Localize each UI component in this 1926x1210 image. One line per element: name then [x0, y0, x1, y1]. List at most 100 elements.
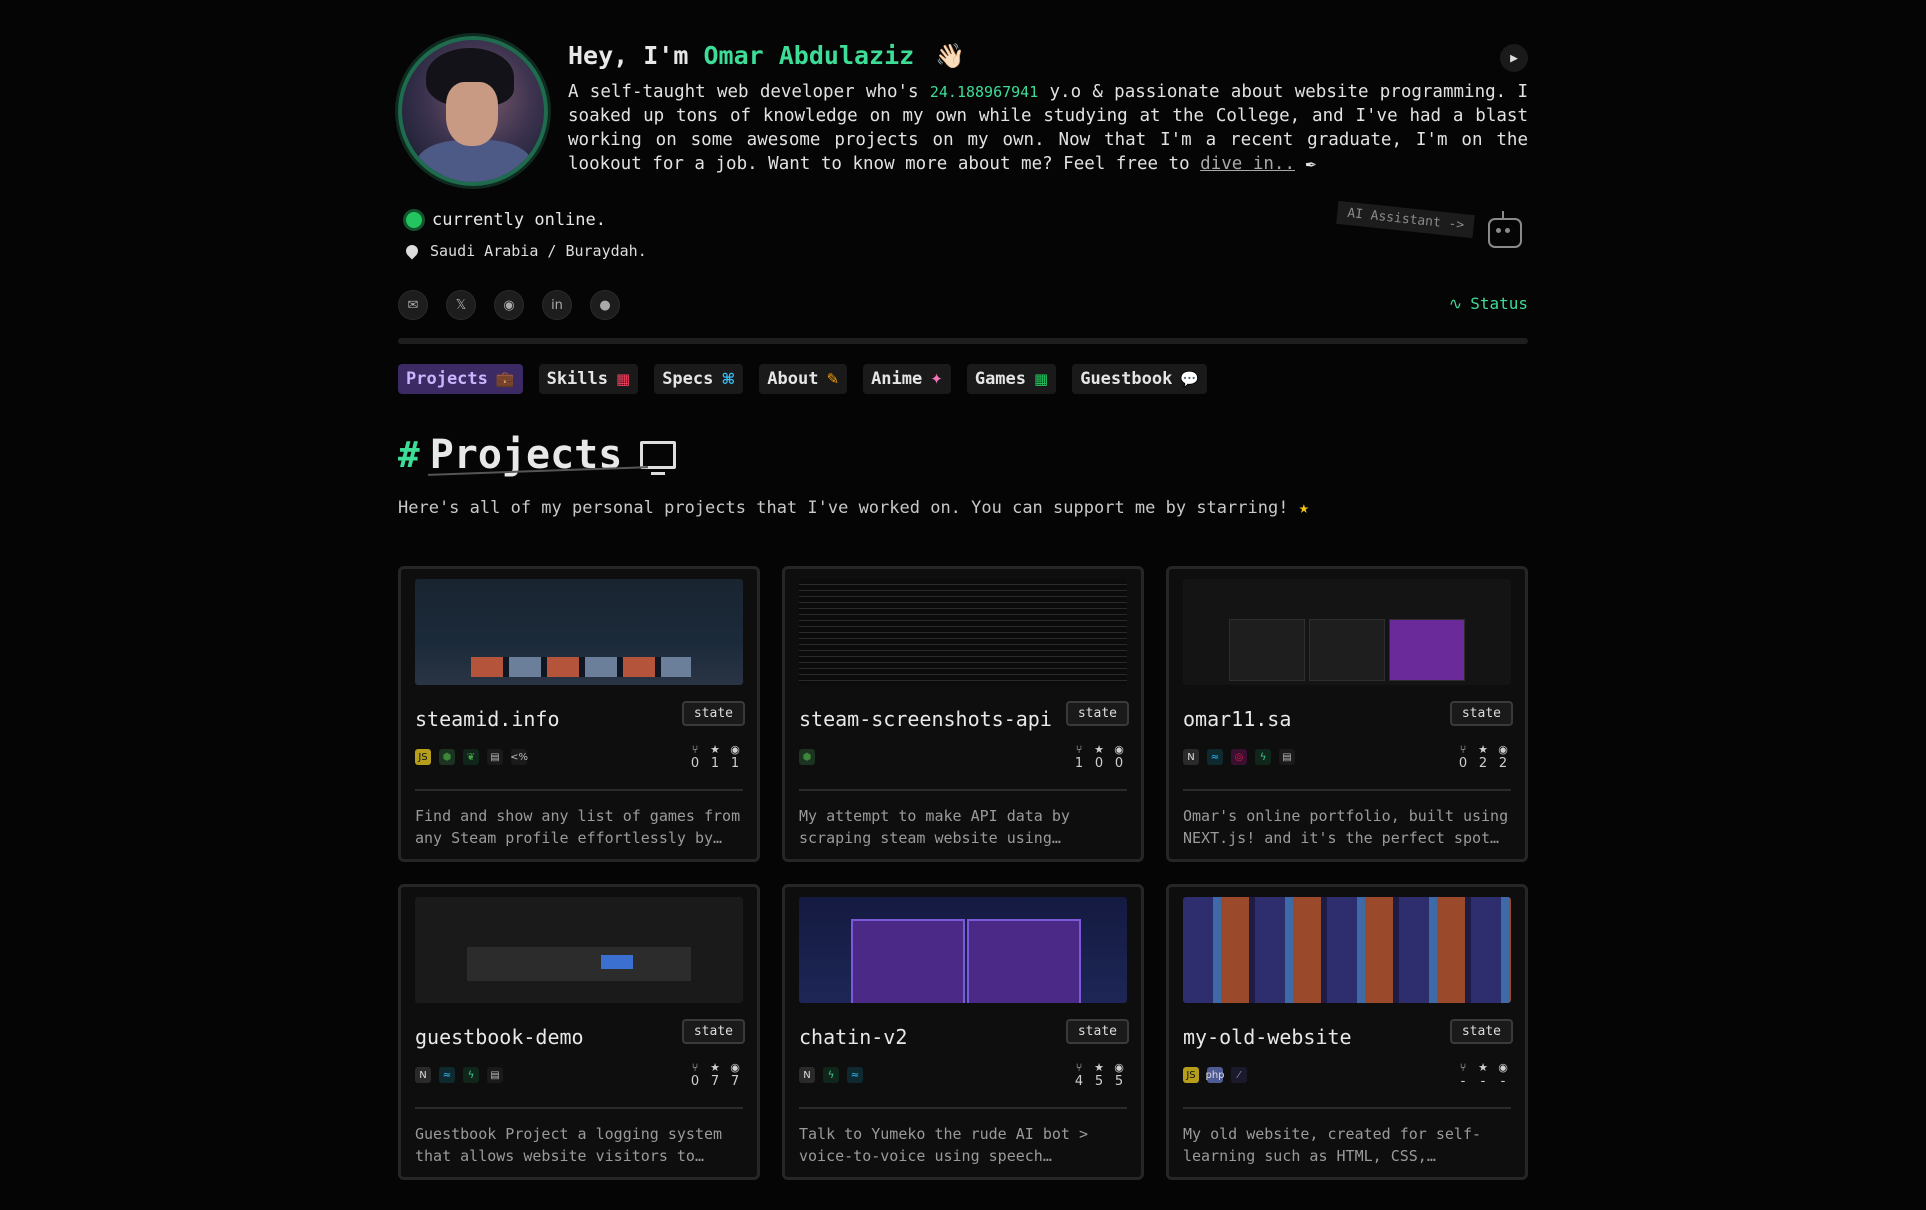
- pen-icon: ✒: [1305, 154, 1317, 174]
- tech-icon: ϟ: [1255, 749, 1271, 765]
- tab-games[interactable]: Games ▦: [966, 364, 1057, 394]
- wave-icon: 👋🏻: [935, 42, 966, 70]
- project-description: Guestbook Project a logging system that …: [415, 1125, 723, 1165]
- email-link[interactable]: ✉: [398, 290, 428, 320]
- star-icon: ★: [710, 1061, 720, 1074]
- tech-icon: ⬢: [439, 749, 455, 765]
- tech-stack: Nϟ ≈: [799, 1067, 863, 1083]
- state-badge[interactable]: state: [1449, 701, 1513, 726]
- project-name[interactable]: omar11.sa: [1183, 707, 1291, 731]
- state-badge[interactable]: state: [1449, 1019, 1513, 1044]
- fork-icon: ⑂: [1075, 743, 1083, 756]
- tab-about[interactable]: About ✎: [759, 364, 848, 394]
- linkedin-link[interactable]: in: [542, 290, 572, 320]
- tab-projects[interactable]: Projects 💼: [398, 364, 523, 394]
- tab-specs[interactable]: Specs ⌘: [654, 364, 744, 394]
- github-icon: ●: [599, 297, 611, 313]
- section-tabs: Projects 💼 Skills ▦ Specs ⌘ About ✎ Anime ✦ Games ▦…: [398, 364, 1208, 394]
- play-button[interactable]: ▶: [1500, 44, 1528, 72]
- project-thumbnail[interactable]: [1183, 579, 1511, 685]
- view-count: 7: [730, 1074, 740, 1089]
- tab-guestbook[interactable]: Guestbook 💬: [1072, 364, 1208, 394]
- project-card[interactable]: my-old-website state JS php ⁄ ⑂ ★ ◉ - - - My old we…: [1166, 884, 1528, 1180]
- star-icon: ★: [1094, 743, 1104, 756]
- games-icon: ▦: [1034, 370, 1049, 388]
- tab-anime[interactable]: Anime ✦: [863, 364, 951, 394]
- view-count: -: [1500, 1074, 1506, 1089]
- bio-text: A self-taught web developer who's 24.188…: [568, 80, 1528, 176]
- repo-stats: ⑂ ★ ◉ - - -: [1455, 1061, 1511, 1089]
- project-name[interactable]: my-old-website: [1183, 1025, 1352, 1049]
- greeting-heading: Hey, I'm Omar Abdulaziz 👋🏻: [568, 36, 1528, 76]
- tech-icon: ▤: [1279, 749, 1295, 765]
- star-count: -: [1480, 1074, 1486, 1089]
- project-card[interactable]: steamid.info state JS ⬢ ❦ ▤ <% ⑂ ★ ◉ 0 1 1 Find and s…: [398, 566, 760, 862]
- header-divider: [398, 338, 1528, 344]
- tech-icon: ⁄: [1231, 1067, 1247, 1083]
- state-badge[interactable]: state: [681, 1019, 745, 1044]
- about-icon: ✎: [826, 370, 840, 388]
- fork-icon: ⑂: [1075, 1061, 1083, 1074]
- tech-icon: JS: [1183, 1067, 1199, 1083]
- greeting-text: Hey, I'm: [568, 41, 689, 70]
- tech-icon: ▤: [487, 1067, 503, 1083]
- project-thumbnail[interactable]: [415, 579, 743, 685]
- repo-stats: ⑂ ★ ◉ 0 7 7: [687, 1061, 743, 1089]
- tech-stack: JS php ⁄: [1183, 1067, 1247, 1083]
- card-divider: [415, 1107, 743, 1109]
- project-card[interactable]: omar11.sa state N ≈ ◎ ϟ ▤ ⑂ ★ ◉ 0 2 2 Omar's online p…: [1166, 566, 1528, 862]
- owner-name: Omar Abdulaziz: [703, 41, 915, 70]
- card-divider: [799, 789, 1127, 791]
- project-thumbnail[interactable]: [799, 579, 1127, 685]
- project-name[interactable]: steamid.info: [415, 707, 560, 731]
- card-divider: [1183, 789, 1511, 791]
- project-name[interactable]: chatin-v2: [799, 1025, 907, 1049]
- project-thumbnail[interactable]: [415, 897, 743, 1003]
- project-name[interactable]: guestbook-demo: [415, 1025, 584, 1049]
- tech-stack: N ≈ ◎ ϟ ▤: [1183, 749, 1295, 765]
- view-count: 2: [1498, 756, 1508, 771]
- eye-icon: ◉: [730, 1061, 740, 1074]
- project-thumbnail[interactable]: [799, 897, 1127, 1003]
- project-description: Talk to Yumeko the rude AI bot > voice-t…: [799, 1125, 1088, 1165]
- project-description: My old website, created for self-learnin…: [1183, 1125, 1482, 1165]
- fork-icon: ⑂: [1459, 1061, 1467, 1074]
- robot-icon[interactable]: [1488, 211, 1522, 248]
- x-link[interactable]: 𝕏: [446, 290, 476, 320]
- linkedin-icon: in: [551, 297, 563, 313]
- eye-icon: ◉: [730, 743, 740, 756]
- fork-icon: ⑂: [691, 1061, 699, 1074]
- state-badge[interactable]: state: [1065, 1019, 1129, 1044]
- ai-assistant-label[interactable]: AI Assistant ->: [1335, 200, 1475, 239]
- discord-link[interactable]: ◉: [494, 290, 524, 320]
- dive-in-link[interactable]: dive in..: [1200, 154, 1295, 174]
- tab-label: Specs: [662, 369, 714, 389]
- fork-count: -: [1460, 1074, 1466, 1089]
- view-count: 5: [1114, 1074, 1124, 1089]
- profile-avatar: [398, 36, 548, 186]
- star-icon: ★: [1478, 743, 1488, 756]
- project-card[interactable]: steam-screenshots-api state ⬢ ⑂ ★ ◉ 1 0 0 My atte…: [782, 566, 1144, 862]
- tech-icon: N: [415, 1067, 431, 1083]
- project-thumbnail[interactable]: [1183, 897, 1511, 1003]
- tech-stack: JS ⬢ ❦ ▤ <%: [415, 749, 528, 765]
- location: Saudi Arabia / Buraydah.: [403, 242, 647, 260]
- tech-icon: php: [1205, 1067, 1225, 1083]
- status-link[interactable]: ∿ Status: [1449, 294, 1528, 313]
- star-icon: ★: [1298, 498, 1309, 518]
- state-badge[interactable]: state: [681, 701, 745, 726]
- github-link[interactable]: ●: [590, 290, 620, 320]
- tab-skills[interactable]: Skills ▦: [538, 364, 639, 394]
- social-links: ✉ 𝕏 ◉ in ●: [398, 290, 620, 320]
- tech-icon: ◎: [1231, 749, 1247, 765]
- tab-label: Skills: [546, 369, 608, 389]
- projects-icon: 💼: [495, 370, 515, 388]
- location-pin-icon: [403, 242, 421, 260]
- project-name[interactable]: steam-screenshots-api: [799, 707, 1052, 731]
- project-card[interactable]: chatin-v2 state Nϟ ≈ ⑂ ★ ◉ 4 5 5 Talk to Yumeko th…: [782, 884, 1144, 1180]
- bio-part-1: A self-taught web developer who's: [568, 82, 919, 102]
- project-card[interactable]: guestbook-demo state N ≈ ϟ ▤ ⑂ ★ ◉ 0 7 7 Guestbook P…: [398, 884, 760, 1180]
- online-status-text: currently online.: [432, 210, 606, 230]
- state-badge[interactable]: state: [1065, 701, 1129, 726]
- fork-count: 0: [690, 1074, 700, 1089]
